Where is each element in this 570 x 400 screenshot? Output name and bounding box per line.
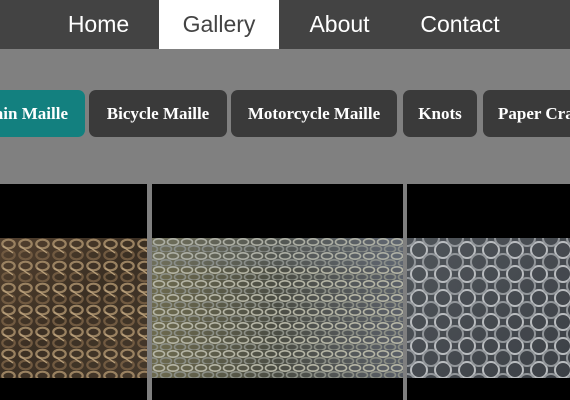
gallery-tile[interactable] — [152, 184, 403, 400]
top-navigation: Home Gallery About Contact — [0, 0, 570, 49]
nav-home[interactable]: Home — [39, 0, 158, 49]
nav-contact[interactable]: Contact — [400, 0, 520, 49]
twisted-chain-maille-image — [0, 238, 147, 378]
category-knots-button[interactable]: Knots — [403, 90, 477, 137]
category-motorcycle-maille-button[interactable]: Motorcycle Maille — [231, 90, 397, 137]
european-weave-maille-image — [152, 238, 403, 378]
gallery-grid — [0, 184, 570, 400]
category-paper-crafts-button[interactable]: Paper Crafts — [483, 90, 570, 137]
gallery-tile[interactable] — [0, 184, 147, 400]
nav-about[interactable]: About — [280, 0, 399, 49]
category-chain-maille-button[interactable]: Chain Maille — [0, 90, 85, 137]
nav-gallery[interactable]: Gallery — [159, 0, 279, 49]
japanese-weave-maille-image — [407, 238, 570, 378]
gallery-tile[interactable] — [407, 184, 570, 400]
category-filter-bar: Chain Maille Bicycle Maille Motorcycle M… — [0, 49, 570, 184]
category-bicycle-maille-button[interactable]: Bicycle Maille — [89, 90, 227, 137]
